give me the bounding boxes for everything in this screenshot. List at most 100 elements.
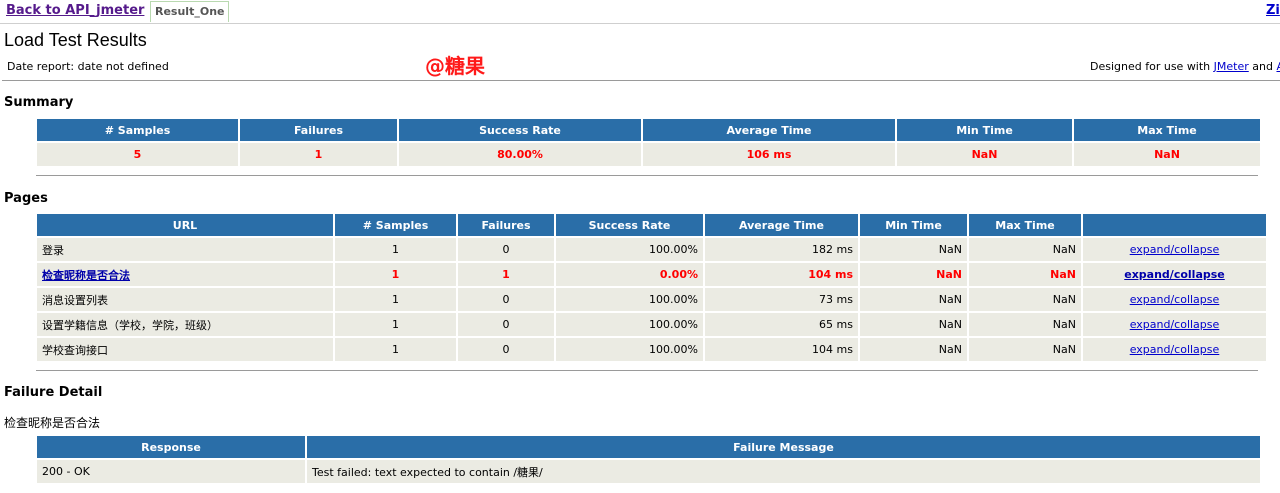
expand-collapse-cell: expand/collapse	[1083, 263, 1266, 286]
header-divider	[2, 80, 1280, 81]
page-success-rate: 100.00%	[556, 338, 703, 361]
col-action	[1083, 214, 1266, 236]
summary-max-time: NaN	[1074, 143, 1260, 166]
page-samples: 1	[335, 288, 456, 311]
table-row: 200 - OK Test failed: text expected to c…	[37, 460, 1260, 483]
expand-collapse-link[interactable]: expand/collapse	[1130, 343, 1220, 356]
summary-samples: 5	[37, 143, 238, 166]
page-failures: 0	[458, 338, 554, 361]
designed-for-note: Designed for use with JMeter and An	[1090, 60, 1280, 73]
table-row: 登录 1 0 100.00% 182 ms NaN NaN expand/col…	[37, 238, 1266, 261]
page-average-time: 104 ms	[705, 338, 858, 361]
page-average-time: 65 ms	[705, 313, 858, 336]
summary-average-time: 106 ms	[643, 143, 895, 166]
page-failures: 0	[458, 238, 554, 261]
page-samples: 1	[335, 313, 456, 336]
right-nav-link[interactable]: Zi	[1266, 3, 1280, 18]
summary-divider	[36, 175, 1258, 176]
expand-collapse-link[interactable]: expand/collapse	[1124, 268, 1225, 281]
summary-header-row: # Samples Failures Success Rate Average …	[37, 119, 1260, 141]
col-success-rate: Success Rate	[556, 214, 703, 236]
col-failures: Failures	[240, 119, 397, 141]
page-max-time: NaN	[969, 313, 1081, 336]
col-success-rate: Success Rate	[399, 119, 641, 141]
ant-link[interactable]: An	[1276, 60, 1280, 73]
table-row: 设置学籍信息（学校，学院，班级） 1 0 100.00% 65 ms NaN N…	[37, 313, 1266, 336]
col-failure-message: Failure Message	[307, 436, 1260, 458]
page-samples: 1	[335, 263, 456, 286]
page-failures: 1	[458, 263, 554, 286]
col-max-time: Max Time	[969, 214, 1081, 236]
col-samples: # Samples	[37, 119, 238, 141]
page-url: 消息设置列表	[37, 288, 333, 311]
page-average-time: 73 ms	[705, 288, 858, 311]
table-row: 检查昵称是否合法 1 1 0.00% 104 ms NaN NaN expand…	[37, 263, 1266, 286]
watermark-text: @糖果	[425, 54, 485, 78]
summary-heading: Summary	[4, 95, 74, 110]
page-url: 设置学籍信息（学校，学院，班级）	[37, 313, 333, 336]
col-response: Response	[37, 436, 305, 458]
page-success-rate: 0.00%	[556, 263, 703, 286]
page-url-link[interactable]: 检查昵称是否合法	[42, 269, 130, 282]
top-tab-strip: Back to API_jmeter Result_One Zi	[0, 0, 1280, 24]
expand-collapse-cell: expand/collapse	[1083, 338, 1266, 361]
pages-header-row: URL # Samples Failures Success Rate Aver…	[37, 214, 1266, 236]
page-average-time: 182 ms	[705, 238, 858, 261]
pages-table: URL # Samples Failures Success Rate Aver…	[35, 212, 1268, 363]
date-report: Date report: date not defined	[7, 60, 169, 73]
failure-message: Test failed: text expected to contain /糖…	[307, 460, 1260, 483]
page-title: Load Test Results	[4, 30, 147, 50]
back-to-api-link[interactable]: Back to API_jmeter	[6, 3, 144, 18]
page-max-time: NaN	[969, 263, 1081, 286]
page-url: 检查昵称是否合法	[37, 263, 333, 286]
page-max-time: NaN	[969, 238, 1081, 261]
expand-collapse-cell: expand/collapse	[1083, 313, 1266, 336]
page-samples: 1	[335, 338, 456, 361]
col-average-time: Average Time	[705, 214, 858, 236]
page-min-time: NaN	[860, 338, 967, 361]
col-min-time: Min Time	[860, 214, 967, 236]
page-failures: 0	[458, 288, 554, 311]
designed-and: and	[1248, 60, 1277, 73]
page-min-time: NaN	[860, 238, 967, 261]
page-max-time: NaN	[969, 338, 1081, 361]
failure-header-row: Response Failure Message	[37, 436, 1260, 458]
page-success-rate: 100.00%	[556, 238, 703, 261]
table-row: 学校查询接口 1 0 100.00% 104 ms NaN NaN expand…	[37, 338, 1266, 361]
summary-failures: 1	[240, 143, 397, 166]
designed-prefix: Designed for use with	[1090, 60, 1214, 73]
page-url: 登录	[37, 238, 333, 261]
failure-table: Response Failure Message 200 - OK Test f…	[35, 434, 1262, 485]
summary-success-rate: 80.00%	[399, 143, 641, 166]
col-samples: # Samples	[335, 214, 456, 236]
page-min-time: NaN	[860, 288, 967, 311]
page-min-time: NaN	[860, 263, 967, 286]
col-failures: Failures	[458, 214, 554, 236]
page-failures: 0	[458, 313, 554, 336]
page-min-time: NaN	[860, 313, 967, 336]
pages-divider	[36, 370, 1258, 371]
col-min-time: Min Time	[897, 119, 1072, 141]
failure-page-name: 检查昵称是否合法	[4, 416, 101, 430]
pages-heading: Pages	[4, 191, 48, 206]
failure-detail-heading: Failure Detail	[4, 385, 103, 400]
col-max-time: Max Time	[1074, 119, 1260, 141]
expand-collapse-link[interactable]: expand/collapse	[1130, 243, 1220, 256]
jmeter-link[interactable]: JMeter	[1214, 60, 1249, 73]
expand-collapse-cell: expand/collapse	[1083, 288, 1266, 311]
page-average-time: 104 ms	[705, 263, 858, 286]
table-row: 消息设置列表 1 0 100.00% 73 ms NaN NaN expand/…	[37, 288, 1266, 311]
tab-result-one[interactable]: Result_One	[150, 1, 230, 22]
page-max-time: NaN	[969, 288, 1081, 311]
expand-collapse-link[interactable]: expand/collapse	[1130, 318, 1220, 331]
page-url: 学校查询接口	[37, 338, 333, 361]
page-success-rate: 100.00%	[556, 288, 703, 311]
summary-table: # Samples Failures Success Rate Average …	[35, 117, 1262, 168]
col-url: URL	[37, 214, 333, 236]
page-success-rate: 100.00%	[556, 313, 703, 336]
page-samples: 1	[335, 238, 456, 261]
expand-collapse-link[interactable]: expand/collapse	[1130, 293, 1220, 306]
summary-row: 5 1 80.00% 106 ms NaN NaN	[37, 143, 1260, 166]
expand-collapse-cell: expand/collapse	[1083, 238, 1266, 261]
failure-response: 200 - OK	[37, 460, 305, 483]
